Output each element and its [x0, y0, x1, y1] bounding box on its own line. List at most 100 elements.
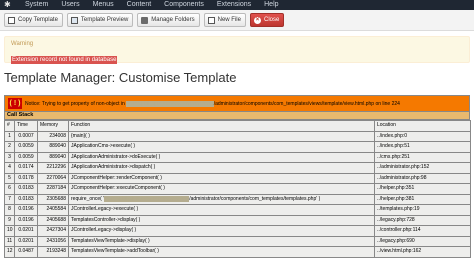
new-file-button[interactable]: New File [203, 13, 246, 27]
nav-help[interactable]: Help [264, 0, 278, 10]
table-row: 2 0.0059 889040 JApplicationCms->execute( )… [4, 141, 471, 153]
row-time: 0.0174 [14, 162, 38, 174]
row-time: 0.0196 [14, 214, 38, 226]
close-label: Close [263, 17, 280, 23]
error-badge: ( ! ) [8, 98, 22, 109]
row-memory: 2193248 [37, 246, 69, 258]
template-preview-label: Template Preview [80, 17, 129, 23]
joomla-logo-icon[interactable]: ✱ [4, 1, 12, 9]
row-function-tail: /administrator/components/com_templates/… [189, 195, 321, 202]
row-memory-text: 889040 [49, 153, 66, 160]
row-function-text: {main}( ) [71, 132, 90, 139]
row-memory-text: 2405688 [46, 216, 66, 223]
row-time: 0.0196 [14, 204, 38, 216]
row-time-text: 0.0059 [18, 143, 34, 150]
row-location: ../legacy.php:728 [374, 214, 471, 226]
row-location-text: ../controller.php:114 [377, 227, 421, 234]
close-icon: × [253, 16, 261, 24]
row-function-text: JApplicationCms->execute( ) [71, 143, 136, 150]
row-function-text: JComponentHelper::executeComponent( ) [71, 185, 165, 192]
row-memory: 2212296 [37, 162, 69, 174]
row-number: 6 [4, 183, 15, 195]
table-row: 6 0.0183 2287184 JComponentHelper::executeC… [4, 183, 471, 195]
row-function-text: JComponentHelper::renderComponent( ) [71, 174, 162, 181]
table-header-row: # Time Memory Function Location [4, 120, 471, 132]
row-number-text: 6 [8, 185, 11, 192]
row-memory-text: 2287184 [46, 185, 66, 192]
row-time-text: 0.0487 [18, 248, 34, 255]
row-location: ../index.php:0 [374, 130, 471, 142]
page-title: Template Manager: Customise Template [4, 70, 237, 85]
row-location: ../legacy.php:690 [374, 235, 471, 247]
nav-menus[interactable]: Menus [93, 0, 114, 10]
row-function-text: JControllerLegacy->execute( ) [71, 206, 139, 213]
row-location: ../index.php:51 [374, 141, 471, 153]
row-function-text: TemplatesViewTemplate->display( ) [71, 237, 150, 244]
row-function: JComponentHelper::renderComponent( ) [68, 172, 375, 184]
row-location: ../view.html.php:162 [374, 246, 471, 258]
preview-icon [70, 16, 78, 24]
row-number: 7 [4, 193, 15, 205]
row-number-text: 4 [8, 164, 11, 171]
copy-template-button[interactable]: Copy Template [4, 13, 63, 27]
manage-folders-button[interactable]: Manage Folders [137, 13, 200, 27]
row-location-text: ../helper.php:381 [377, 195, 415, 202]
row-time: 0.0487 [14, 246, 38, 258]
nav-components[interactable]: Components [164, 0, 204, 10]
nav-content[interactable]: Content [127, 0, 152, 10]
row-location-text: ../cms.php:251 [377, 153, 410, 160]
row-memory-text: 2431056 [46, 237, 66, 244]
row-location: ../helper.php:381 [374, 193, 471, 205]
col-function: Function [68, 120, 375, 132]
row-location: ../administrator.php:152 [374, 162, 471, 174]
row-location-text: ../helper.php:351 [377, 185, 415, 192]
nav-users[interactable]: Users [61, 0, 79, 10]
row-time-text: 0.0201 [18, 227, 34, 234]
row-memory-text: 2193248 [46, 248, 66, 255]
row-location-text: ../legacy.php:690 [377, 237, 415, 244]
row-number: 10 [4, 225, 15, 237]
redacted-path: /home/philip/projects/xxxxx/xxxxxx/xxxx [126, 100, 214, 107]
manage-folders-label: Manage Folders [151, 17, 195, 23]
row-number: 8 [4, 204, 15, 216]
row-location: ../cms.php:251 [374, 151, 471, 163]
nav-extensions[interactable]: Extensions [217, 0, 251, 10]
row-memory-text: 889040 [49, 143, 66, 150]
row-number-text: 12 [7, 248, 13, 255]
nav-system[interactable]: System [25, 0, 48, 10]
row-number: 1 [4, 130, 15, 142]
row-function: JComponentHelper::executeComponent( ) [68, 183, 375, 195]
row-function: TemplatesController->display( ) [68, 214, 375, 226]
table-row: 4 0.0174 2212296 JApplicationAdministrator-… [4, 162, 471, 174]
row-number-text: 5 [8, 174, 11, 181]
row-function: JApplicationAdministrator->doExecute( ) [68, 151, 375, 163]
warning-alert: Warning Extension record not found in da… [4, 36, 470, 64]
row-function-text: JApplicationAdministrator->dispatch( ) [71, 164, 156, 171]
row-function-text: JApplicationAdministrator->doExecute( ) [71, 153, 161, 160]
row-time: 0.0007 [14, 130, 38, 142]
row-function-text: TemplatesViewTemplate->addToolbar( ) [71, 248, 159, 255]
error-header: ( ! ) Notice: Trying to get property of … [4, 95, 470, 112]
row-number: 5 [4, 172, 15, 184]
row-memory: 2287184 [37, 183, 69, 195]
row-time-text: 0.0201 [18, 237, 34, 244]
row-function: JApplicationAdministrator->dispatch( ) [68, 162, 375, 174]
template-preview-button[interactable]: Template Preview [66, 13, 134, 27]
row-time-text: 0.0059 [18, 153, 34, 160]
row-number: 2 [4, 141, 15, 153]
row-number-text: 2 [8, 143, 11, 150]
row-memory: 2431056 [37, 235, 69, 247]
table-row: 11 0.0201 2431056 TemplatesViewTemplate->di… [4, 235, 471, 247]
copy-template-label: Copy Template [18, 17, 58, 23]
row-memory-text: 2405584 [46, 206, 66, 213]
table-row: 8 0.0196 2405584 JControllerLegacy->execute… [4, 204, 471, 216]
row-memory: 2270064 [37, 172, 69, 184]
close-button[interactable]: × Close [249, 13, 285, 27]
row-location-text: ../view.html.php:162 [377, 248, 422, 255]
col-memory: Memory [37, 120, 69, 132]
warning-message: Extension record not found in database [11, 56, 118, 64]
table-row: 1 0.0007 234008 {main}( ) ../index.php:0 [4, 130, 471, 142]
row-time-text: 0.0183 [18, 185, 34, 192]
row-location-text: ../templates.php:19 [377, 206, 420, 213]
copy-icon [8, 16, 15, 24]
